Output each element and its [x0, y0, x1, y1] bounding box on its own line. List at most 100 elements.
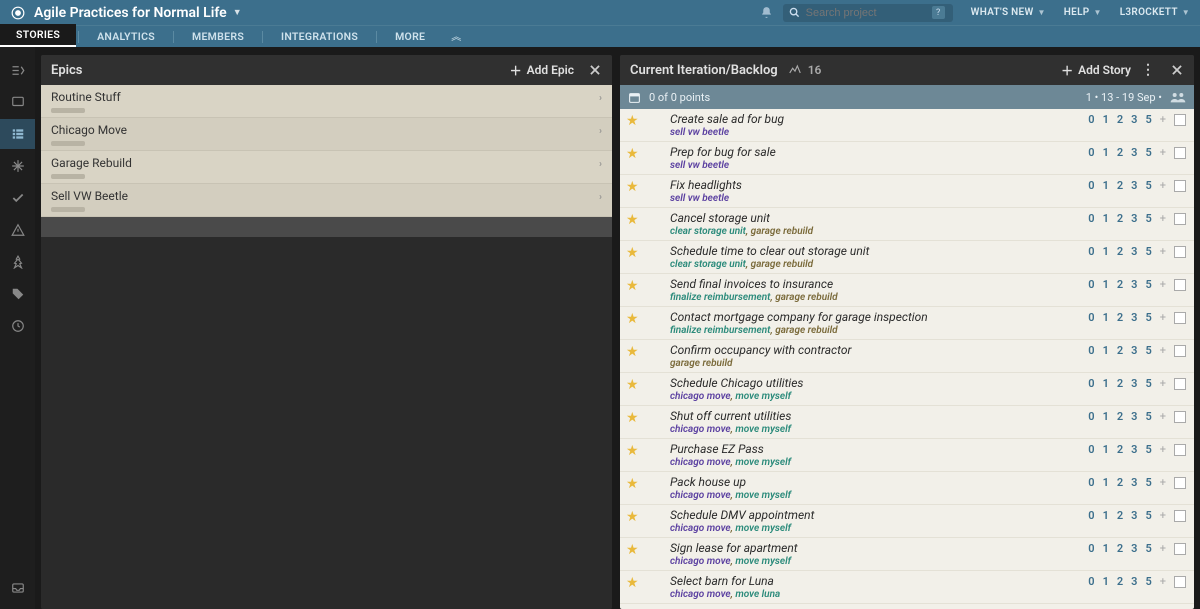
- estimate-option[interactable]: 0: [1088, 575, 1094, 588]
- estimate-option[interactable]: 5: [1145, 311, 1151, 324]
- estimate-option[interactable]: 3: [1131, 344, 1137, 357]
- estimate-option[interactable]: 1: [1103, 377, 1109, 390]
- story-type-star-icon[interactable]: ★: [626, 509, 642, 525]
- story-row[interactable]: ★ Schedule Luna's transportation chicago…: [620, 604, 1194, 609]
- nav-tab-stories[interactable]: STORIES: [0, 24, 76, 47]
- story-checkbox[interactable]: [1174, 378, 1186, 390]
- story-row[interactable]: ★ Create sale ad for bug sell vw beetle …: [620, 109, 1194, 142]
- estimate-option[interactable]: 1: [1103, 509, 1109, 522]
- estimate-option[interactable]: 1: [1103, 542, 1109, 555]
- estimate-option[interactable]: 2: [1117, 245, 1123, 258]
- nav-collapse-icon[interactable]: ︽: [441, 24, 471, 47]
- story-checkbox[interactable]: [1174, 180, 1186, 192]
- estimate-more-icon[interactable]: +: [1160, 311, 1166, 324]
- estimate-option[interactable]: 2: [1117, 278, 1123, 291]
- estimate-option[interactable]: 1: [1103, 476, 1109, 489]
- estimate-more-icon[interactable]: +: [1160, 542, 1166, 555]
- estimate-option[interactable]: 2: [1117, 575, 1123, 588]
- estimate-more-icon[interactable]: +: [1160, 245, 1166, 258]
- story-type-star-icon[interactable]: ★: [626, 245, 642, 261]
- story-checkbox[interactable]: [1174, 477, 1186, 489]
- estimate-option[interactable]: 3: [1131, 575, 1137, 588]
- estimate-option[interactable]: 0: [1088, 245, 1094, 258]
- estimate-option[interactable]: 0: [1088, 476, 1094, 489]
- story-label[interactable]: move myself: [735, 424, 791, 435]
- story-row[interactable]: ★ Sign lease for apartment chicago move,…: [620, 538, 1194, 571]
- story-type-star-icon[interactable]: ★: [626, 476, 642, 492]
- sidebar-done-icon[interactable]: [0, 183, 35, 213]
- story-row[interactable]: ★ Confirm occupancy with contractor gara…: [620, 340, 1194, 373]
- estimate-option[interactable]: 0: [1088, 410, 1094, 423]
- epic-row[interactable]: Chicago Move ›: [41, 118, 612, 151]
- story-label[interactable]: move myself: [735, 556, 791, 567]
- story-type-star-icon[interactable]: ★: [626, 179, 642, 195]
- close-panel-icon[interactable]: [588, 63, 602, 77]
- search-input-wrap[interactable]: ?: [783, 4, 953, 22]
- story-row[interactable]: ★ Send final invoices to insurance final…: [620, 274, 1194, 307]
- epic-row[interactable]: Sell VW Beetle ›: [41, 184, 612, 217]
- panel-menu-icon[interactable]: ⋮: [1141, 62, 1156, 78]
- estimate-option[interactable]: 5: [1145, 476, 1151, 489]
- estimate-option[interactable]: 1: [1103, 575, 1109, 588]
- story-checkbox[interactable]: [1174, 576, 1186, 588]
- estimate-option[interactable]: 3: [1131, 311, 1137, 324]
- estimate-option[interactable]: 2: [1117, 542, 1123, 555]
- estimate-more-icon[interactable]: +: [1160, 344, 1166, 357]
- estimate-more-icon[interactable]: +: [1160, 179, 1166, 192]
- sidebar-expand-icon[interactable]: [0, 55, 35, 85]
- nav-tab-integrations[interactable]: INTEGRATIONS: [265, 26, 374, 47]
- story-label[interactable]: move myself: [735, 490, 791, 501]
- story-label[interactable]: move myself: [735, 523, 791, 534]
- estimate-option[interactable]: 3: [1131, 443, 1137, 456]
- estimate-more-icon[interactable]: +: [1160, 278, 1166, 291]
- add-story-button[interactable]: ＋ Add Story: [1061, 62, 1131, 79]
- estimate-option[interactable]: 5: [1145, 542, 1151, 555]
- story-label[interactable]: clear storage unit: [670, 226, 746, 237]
- story-label[interactable]: chicago move: [670, 490, 731, 501]
- user-menu[interactable]: L3ROCKETT▼: [1120, 7, 1190, 18]
- close-panel-icon[interactable]: [1170, 63, 1184, 77]
- sidebar-mywork-icon[interactable]: [0, 87, 35, 117]
- story-type-star-icon[interactable]: ★: [626, 278, 642, 294]
- story-type-star-icon[interactable]: ★: [626, 377, 642, 393]
- story-label[interactable]: chicago move: [670, 391, 731, 402]
- estimate-option[interactable]: 2: [1117, 476, 1123, 489]
- estimate-option[interactable]: 5: [1145, 575, 1151, 588]
- estimate-option[interactable]: 5: [1145, 509, 1151, 522]
- story-row[interactable]: ★ Schedule time to clear out storage uni…: [620, 241, 1194, 274]
- story-label[interactable]: chicago move: [670, 556, 731, 567]
- story-type-star-icon[interactable]: ★: [626, 344, 642, 360]
- estimate-option[interactable]: 5: [1145, 113, 1151, 126]
- search-input[interactable]: [806, 7, 926, 19]
- story-label[interactable]: garage rebuild: [670, 358, 732, 369]
- story-label[interactable]: sell vw beetle: [670, 127, 729, 138]
- story-label[interactable]: garage rebuild: [751, 226, 813, 237]
- story-checkbox[interactable]: [1174, 147, 1186, 159]
- story-type-star-icon[interactable]: ★: [626, 542, 642, 558]
- help-link[interactable]: HELP▼: [1064, 7, 1102, 18]
- story-checkbox[interactable]: [1174, 213, 1186, 225]
- estimate-option[interactable]: 5: [1145, 212, 1151, 225]
- story-type-star-icon[interactable]: ★: [626, 311, 642, 327]
- nav-tab-members[interactable]: MEMBERS: [176, 26, 260, 47]
- estimate-option[interactable]: 1: [1103, 146, 1109, 159]
- estimate-option[interactable]: 5: [1145, 179, 1151, 192]
- notifications-icon[interactable]: [760, 6, 773, 19]
- story-label[interactable]: sell vw beetle: [670, 193, 729, 204]
- estimate-option[interactable]: 1: [1103, 179, 1109, 192]
- story-label[interactable]: move myself: [735, 391, 791, 402]
- estimate-option[interactable]: 2: [1117, 509, 1123, 522]
- estimate-option[interactable]: 3: [1131, 245, 1137, 258]
- estimate-option[interactable]: 0: [1088, 179, 1094, 192]
- estimate-option[interactable]: 1: [1103, 278, 1109, 291]
- estimate-more-icon[interactable]: +: [1160, 410, 1166, 423]
- epic-row[interactable]: Garage Rebuild ›: [41, 151, 612, 184]
- estimate-option[interactable]: 0: [1088, 146, 1094, 159]
- estimate-option[interactable]: 3: [1131, 146, 1137, 159]
- story-row[interactable]: ★ Contact mortgage company for garage in…: [620, 307, 1194, 340]
- story-row[interactable]: ★ Select barn for Luna chicago move, mov…: [620, 571, 1194, 604]
- estimate-option[interactable]: 1: [1103, 311, 1109, 324]
- estimate-option[interactable]: 2: [1117, 179, 1123, 192]
- estimate-option[interactable]: 1: [1103, 245, 1109, 258]
- estimate-option[interactable]: 3: [1131, 179, 1137, 192]
